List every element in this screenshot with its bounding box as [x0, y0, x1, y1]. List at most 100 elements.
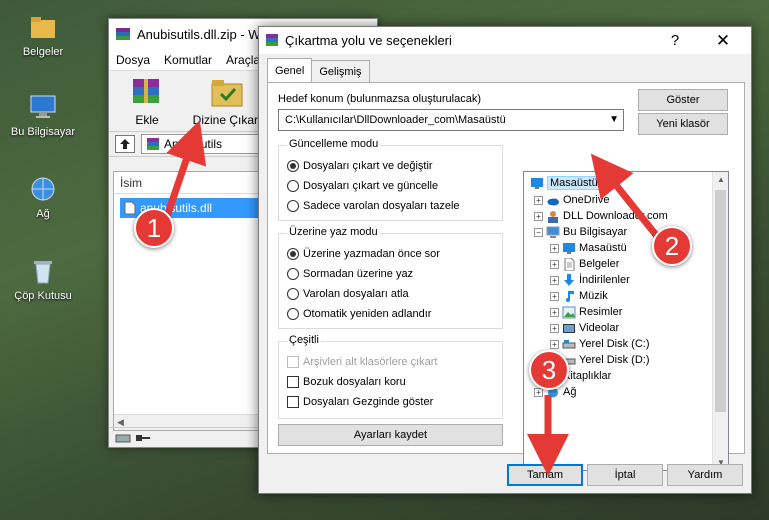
cloud-icon	[547, 198, 559, 205]
chevron-down-icon[interactable]: ▼	[609, 114, 619, 125]
folder-tree: Masaüstü + OneDrive + DLL Downloader.com…	[523, 171, 729, 471]
tree-item-masaustu-root[interactable]: Masaüstü	[530, 175, 601, 191]
tree-vertical-scrollbar[interactable]: ▲ ▼	[712, 172, 728, 470]
tree-item-label: Masaüstü	[547, 176, 601, 190]
file-icon	[124, 201, 136, 215]
tree-item-indirilenler[interactable]: + İndirilenler	[550, 272, 630, 288]
tree-item-onedrive[interactable]: + OneDrive	[534, 192, 609, 208]
option-label: Dosyaları Gezginde göster	[303, 396, 434, 408]
checkbox[interactable]	[287, 396, 299, 408]
misc-option-show-in-explorer[interactable]: Dosyaları Gezginde göster	[287, 394, 433, 410]
up-folder-button[interactable]	[115, 135, 135, 153]
expand-icon[interactable]: +	[534, 195, 543, 205]
overwrite-option-skip[interactable]: Varolan dosyaları atla	[287, 286, 409, 302]
destination-path-combo[interactable]: C:\Kullanıcılar\DllDownloader_com\Masaüs…	[278, 109, 624, 131]
dialog-titlebar: Çıkartma yolu ve seçenekleri ? ✕	[259, 27, 751, 54]
help-question-button[interactable]: ?	[655, 27, 695, 54]
overwrite-option-ask[interactable]: Üzerine yazmadan önce sor	[287, 246, 440, 262]
radio[interactable]	[287, 268, 299, 280]
recycle-bin-icon	[34, 261, 52, 284]
desktop-icon-belgeler[interactable]: Belgeler	[8, 12, 78, 58]
expand-icon[interactable]: +	[550, 291, 559, 301]
tree-item-belgeler[interactable]: + Belgeler	[550, 256, 619, 272]
network-icon	[31, 177, 55, 201]
desktop-icon-cop-kutusu[interactable]: Çöp Kutusu	[8, 256, 78, 302]
checkbox[interactable]	[287, 376, 299, 388]
tree-item-label: Kitaplıklar	[563, 370, 612, 382]
collapse-icon[interactable]: −	[534, 227, 543, 237]
key-icon	[136, 434, 150, 441]
menu-komutlar[interactable]: Komutlar	[157, 53, 219, 67]
pictures-icon	[562, 306, 576, 318]
desktop-icon-bu-bilgisayar[interactable]: Bu Bilgisayar	[8, 92, 78, 138]
misc-option-subfolders: Arşivleri alt klasörlere çıkart	[287, 354, 437, 370]
show-button[interactable]: Göster	[638, 89, 728, 111]
tree-item-videolar[interactable]: + Videolar	[550, 320, 619, 336]
overwrite-option-without-prompt[interactable]: Sormadan üzerine yaz	[287, 266, 413, 282]
expand-icon[interactable]: +	[550, 323, 559, 333]
tree-item-label: Masaüstü	[579, 242, 627, 254]
new-folder-button[interactable]: Yeni klasör	[638, 113, 728, 135]
expand-icon[interactable]: +	[550, 243, 559, 253]
close-button[interactable]: ✕	[703, 27, 743, 54]
computer-icon	[30, 95, 56, 118]
save-settings-button[interactable]: Ayarları kaydet	[278, 424, 503, 446]
general-tab-panel: Hedef konum (bulunmazsa oluşturulacak) C…	[267, 82, 745, 471]
tree-item-resimler[interactable]: + Resimler	[550, 304, 622, 320]
desktop-icon-label: Çöp Kutusu	[14, 290, 72, 302]
tree-item-label: Resimler	[579, 306, 623, 318]
extract-to-label: Dizine Çıkart	[192, 113, 262, 127]
computer-icon	[546, 226, 560, 238]
expand-icon[interactable]: +	[550, 307, 559, 317]
cancel-button[interactable]: İptal	[587, 464, 663, 486]
option-label: Arşivleri alt klasörlere çıkart	[303, 356, 438, 368]
overwrite-option-rename[interactable]: Otomatik yeniden adlandır	[287, 306, 431, 322]
overwrite-mode-title: Üzerine yaz modu	[287, 226, 380, 238]
tab-genel[interactable]: Genel	[267, 58, 313, 82]
update-option-extract-update[interactable]: Dosyaları çıkart ve güncelle	[287, 178, 438, 194]
update-option-extract-replace[interactable]: Dosyaları çıkart ve değiştir	[287, 158, 433, 174]
step-callout-2: 2	[652, 226, 692, 266]
ok-button[interactable]: Tamam	[507, 464, 583, 486]
tree-item-disk-c[interactable]: + Yerel Disk (C:)	[550, 336, 650, 352]
tree-item-muzik[interactable]: + Müzik	[550, 288, 608, 304]
desktop-icon-ag[interactable]: Ağ	[8, 174, 78, 220]
archive-path-text: Anubisutils	[164, 137, 223, 151]
checkbox-disabled	[287, 356, 299, 368]
expand-icon[interactable]: +	[550, 275, 559, 285]
folder-icon	[31, 17, 55, 38]
tree-item-dll-downloader[interactable]: + DLL Downloader.com	[534, 208, 668, 224]
option-label: Bozuk dosyaları koru	[303, 376, 406, 388]
tab-gelismis[interactable]: Gelişmiş	[311, 60, 370, 82]
option-label: Üzerine yazmadan önce sor	[303, 248, 440, 260]
tree-item-masaustu[interactable]: + Masaüstü	[550, 240, 627, 256]
extract-to-button[interactable]: Dizine Çıkart	[191, 76, 263, 127]
expand-icon[interactable]: +	[550, 339, 559, 349]
menu-dosya[interactable]: Dosya	[109, 53, 157, 67]
winrar-app-icon	[266, 34, 278, 46]
radio[interactable]	[287, 200, 299, 212]
tree-item-label: Bu Bilgisayar	[563, 226, 628, 238]
add-button[interactable]: Ekle	[115, 76, 179, 127]
desktop-icon-label: Bu Bilgisayar	[10, 126, 76, 138]
radio[interactable]	[287, 180, 299, 192]
winrar-archive-icon	[147, 138, 159, 150]
expand-icon[interactable]: +	[550, 259, 559, 269]
tree-item-bu-bilgisayar[interactable]: − Bu Bilgisayar	[534, 224, 627, 240]
radio-selected[interactable]	[287, 160, 299, 172]
extract-folder-icon	[211, 80, 243, 107]
radio[interactable]	[287, 288, 299, 300]
scroll-up-icon[interactable]: ▲	[713, 175, 728, 184]
radio[interactable]	[287, 308, 299, 320]
option-label: Sormadan üzerine yaz	[303, 268, 414, 280]
misc-option-keep-broken[interactable]: Bozuk dosyaları koru	[287, 374, 406, 390]
expand-icon[interactable]: +	[534, 211, 543, 221]
scroll-thumb[interactable]	[715, 190, 726, 412]
help-button[interactable]: Yardım	[667, 464, 743, 486]
misc-title: Çeşitli	[287, 334, 321, 346]
document-icon	[564, 257, 575, 271]
radio-selected[interactable]	[287, 248, 299, 260]
dialog-tabs: Genel Gelişmiş	[267, 58, 370, 82]
update-option-refresh-existing[interactable]: Sadece varolan dosyaları tazele	[287, 198, 460, 214]
winrar-app-icon	[116, 28, 130, 40]
